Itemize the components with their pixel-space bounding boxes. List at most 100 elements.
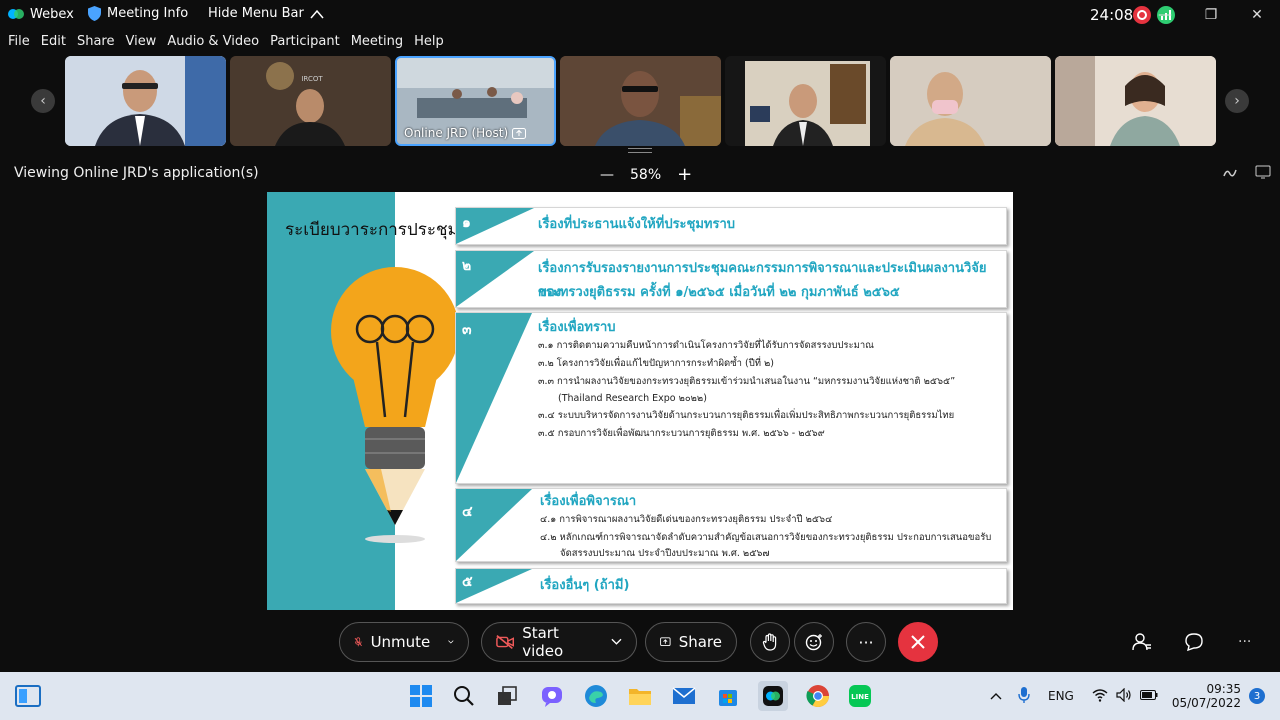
webex-taskbar-icon[interactable] — [758, 681, 788, 711]
menu-edit[interactable]: Edit — [41, 34, 66, 54]
menu-file[interactable]: File — [8, 34, 30, 54]
microsoft-store-icon[interactable] — [714, 682, 742, 710]
meeting-info-label: Meeting Info — [107, 6, 189, 21]
menu-view[interactable]: View — [125, 34, 156, 54]
participant-video-2[interactable]: IRCOT — [230, 56, 391, 146]
participant-video-host[interactable]: Online JRD (Host) — [395, 56, 556, 146]
mail-icon[interactable] — [670, 682, 698, 710]
participant-2-image: IRCOT — [230, 56, 391, 146]
chevron-down-icon[interactable] — [611, 638, 622, 646]
start-menu-icon[interactable] — [407, 682, 435, 710]
clock[interactable]: 09:35 05/07/2022 — [1172, 682, 1241, 710]
teams-chat-icon[interactable] — [538, 682, 566, 710]
item-4-sub-2b: จัดสรรงบประมาณ ประจำปีงบประมาณ พ.ศ. ๒๕๖๗ — [560, 548, 770, 559]
hide-menu-bar-button[interactable]: Hide Menu Bar — [208, 6, 324, 21]
share-label: Share — [678, 633, 722, 651]
item-5-number: ๕ — [462, 574, 473, 590]
zoom-in-button[interactable]: + — [677, 164, 692, 185]
start-video-button[interactable]: Start video — [481, 622, 637, 662]
microphone-icon[interactable] — [1018, 686, 1030, 707]
chrome-icon[interactable] — [804, 682, 832, 710]
file-explorer-icon[interactable] — [626, 682, 654, 710]
agenda-item-1: ๑ เรื่องที่ประธานแจ้งให้ที่ประชุมทราบ — [455, 207, 1007, 245]
menu-participant[interactable]: Participant — [270, 34, 340, 54]
zoom-out-button[interactable]: — — [600, 167, 614, 183]
reactions-button[interactable] — [794, 622, 834, 662]
share-screen-icon — [660, 637, 671, 647]
slide-title: ระเบียบวาระการประชุม — [285, 220, 459, 240]
battery-icon[interactable] — [1139, 689, 1158, 703]
restore-icon[interactable]: ❐ — [1188, 0, 1234, 30]
participant-strip: ‹ IRCOT Online JRD (Host) › — [0, 55, 1280, 147]
more-options-button[interactable]: ··· — [846, 622, 886, 662]
menu-share[interactable]: Share — [77, 34, 115, 54]
more-panels-icon[interactable]: ··· — [1238, 634, 1251, 650]
agenda-item-3: ๓ เรื่องเพื่อทราบ ๓.๑ การติดตามความคืบหน… — [455, 312, 1007, 484]
agenda-item-5: ๕ เรื่องอื่นๆ (ถ้ามี) — [455, 568, 1007, 604]
menu-bar: File Edit Share View Audio & Video Parti… — [0, 34, 447, 54]
participant-4-image — [560, 56, 721, 146]
item-4-number: ๔ — [462, 504, 473, 520]
meeting-info-button[interactable]: Meeting Info — [88, 6, 188, 21]
resize-handle[interactable] — [628, 148, 652, 153]
unmute-button[interactable]: Unmute — [339, 622, 469, 662]
app-name: Webex — [30, 6, 74, 22]
webex-window: Webex Meeting Info Hide Menu Bar 24:08 —… — [0, 0, 1280, 720]
edge-browser-icon[interactable] — [582, 682, 610, 710]
participant-video-6[interactable] — [890, 56, 1051, 146]
agenda-item-2: ๒ เรื่องการรับรองรายงานการประชุมคณะกรรมก… — [455, 250, 1007, 308]
item-3-sub-4: ๓.๔ ระบบบริหารจัดการงานวิจัยด้านกระบวนกา… — [538, 410, 955, 421]
line-app-icon[interactable]: LINE — [846, 682, 874, 710]
participant-video-4[interactable] — [560, 56, 721, 146]
participant-video-1[interactable] — [65, 56, 226, 146]
scroll-right-button[interactable]: › — [1225, 89, 1249, 113]
raise-hand-button[interactable] — [750, 622, 790, 662]
chevron-up-icon[interactable] — [990, 689, 1002, 703]
item-3-sub-3: ๓.๓ การนำผลงานวิจัยของกระทรวงยุติธรรมเข้… — [538, 376, 956, 387]
leave-meeting-button[interactable] — [898, 622, 938, 662]
webex-logo-icon — [8, 9, 24, 19]
item-4-sub-1: ๔.๑ การพิจารณาผลงานวิจัยดีเด่นของกระทรวง… — [540, 514, 833, 525]
task-view-icon[interactable] — [494, 682, 522, 710]
hide-menu-bar-label: Hide Menu Bar — [208, 6, 304, 21]
wifi-icon[interactable] — [1092, 688, 1108, 705]
host-name-label: Online JRD (Host) — [404, 126, 527, 140]
meeting-controls: Unmute Start video Share ··· ··· — [0, 616, 1280, 672]
participant-video-5[interactable] — [725, 56, 886, 146]
item-1-number: ๑ — [462, 215, 471, 231]
language-indicator[interactable]: ENG — [1048, 689, 1074, 703]
menu-meeting[interactable]: Meeting — [351, 34, 403, 54]
participant-6-image — [890, 56, 1051, 146]
close-icon[interactable]: ✕ — [1234, 0, 1280, 30]
lightbulb-pencil-illustration — [331, 267, 459, 543]
volume-icon[interactable] — [1116, 687, 1132, 705]
svg-text:IRCOT: IRCOT — [301, 75, 323, 83]
muted-mic-icon — [354, 637, 362, 647]
menu-audio-video[interactable]: Audio & Video — [167, 34, 259, 54]
share-button[interactable]: Share — [645, 622, 737, 662]
sharing-icon — [512, 127, 527, 139]
annotate-icon[interactable] — [1222, 164, 1238, 184]
scroll-left-button[interactable]: ‹ — [31, 89, 55, 113]
search-icon[interactable] — [450, 682, 478, 710]
notification-count: 3 — [1253, 690, 1261, 702]
shared-slide: ระเบียบวาระการประชุม ๑ เรื่องที่ประธานแจ… — [267, 192, 1013, 610]
participant-video-7[interactable] — [1055, 56, 1216, 146]
video-off-icon — [496, 635, 515, 649]
start-video-label: Start video — [522, 624, 564, 660]
chat-icon[interactable] — [1184, 632, 1204, 656]
participants-panel-icon[interactable] — [1132, 632, 1152, 656]
close-icon — [911, 635, 925, 649]
svg-text:LINE: LINE — [851, 693, 869, 701]
chevron-down-icon[interactable] — [448, 638, 454, 646]
minimize-icon[interactable]: — — [1142, 0, 1188, 30]
item-2-title-line2: กระทรวงยุติธรรม ครั้งที่ ๑/๒๕๖๕ เมื่อวัน… — [538, 285, 900, 300]
pop-out-icon[interactable] — [1255, 164, 1271, 184]
widgets-icon[interactable] — [14, 682, 42, 710]
timer-value: 24:08 — [1090, 6, 1134, 24]
notification-badge[interactable]: 3 — [1249, 688, 1266, 704]
system-tray: ENG 09:35 05/07/2022 3 — [990, 672, 1266, 720]
participant-5-image — [725, 56, 886, 146]
hand-icon — [762, 633, 777, 651]
menu-help[interactable]: Help — [414, 34, 444, 54]
